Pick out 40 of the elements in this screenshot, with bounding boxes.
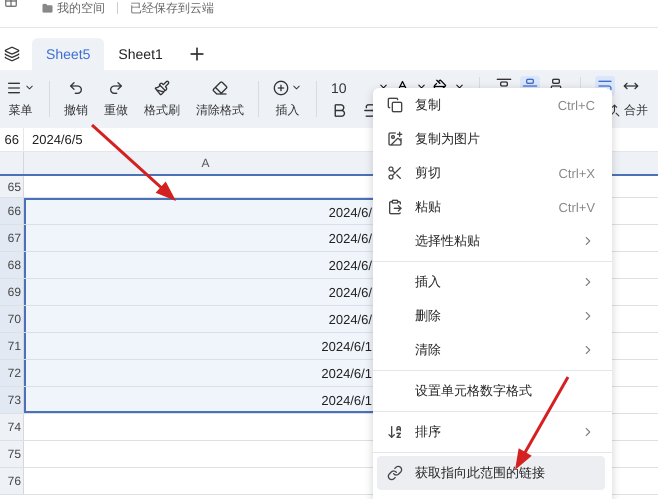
paste-icon <box>387 199 403 215</box>
folder-icon <box>42 3 53 14</box>
row-number[interactable]: 70 <box>0 306 24 332</box>
insert-button[interactable]: 插入 <box>267 80 308 118</box>
merge-button[interactable]: 合并 <box>608 102 648 119</box>
row-number[interactable]: 74 <box>0 414 24 440</box>
menu-icon <box>6 80 22 96</box>
row-number[interactable]: 73 <box>0 387 24 413</box>
redo-icon <box>108 80 124 96</box>
save-status: 已经保存到云端 <box>130 0 214 17</box>
plus-circle-icon <box>273 80 289 96</box>
menu-item[interactable]: 复制 Ctrl+C <box>377 88 605 122</box>
row-number[interactable]: 65 <box>0 176 24 197</box>
scissors-icon <box>387 165 403 181</box>
copy-icon <box>387 97 403 113</box>
row-number[interactable]: 68 <box>0 252 24 278</box>
redo-button[interactable]: 重做 <box>98 80 134 118</box>
undo-icon <box>68 80 84 96</box>
sort-icon <box>387 424 403 440</box>
row-number[interactable]: 69 <box>0 279 24 305</box>
row-number[interactable]: 67 <box>0 225 24 251</box>
image-icon <box>387 131 403 147</box>
cell-reference: 66 <box>0 128 24 151</box>
menu-item[interactable]: 获取指向此范围的链接 <box>377 456 605 490</box>
sheet-tab[interactable]: Sheet5 <box>32 38 104 70</box>
row-number[interactable]: 71 <box>0 333 24 359</box>
breadcrumb-link[interactable]: 我的空间 <box>57 0 105 17</box>
link-icon <box>387 465 403 481</box>
menu-item[interactable]: 排序 <box>377 415 605 449</box>
clear-format-button[interactable]: 清除格式 <box>190 80 250 118</box>
row-number[interactable]: 66 <box>0 198 24 224</box>
row-number[interactable]: 72 <box>0 360 24 386</box>
row-number[interactable]: 76 <box>0 468 24 494</box>
menu-button[interactable]: 菜单 <box>0 80 41 118</box>
eraser-icon <box>212 80 228 96</box>
row-number[interactable]: 75 <box>0 441 24 467</box>
format-painter-button[interactable]: 格式刷 <box>138 80 186 118</box>
formula-value[interactable]: 2024/6/5 <box>24 132 83 147</box>
sheet-tab[interactable]: Sheet1 <box>104 38 177 70</box>
undo-button[interactable]: 撤销 <box>58 80 94 118</box>
